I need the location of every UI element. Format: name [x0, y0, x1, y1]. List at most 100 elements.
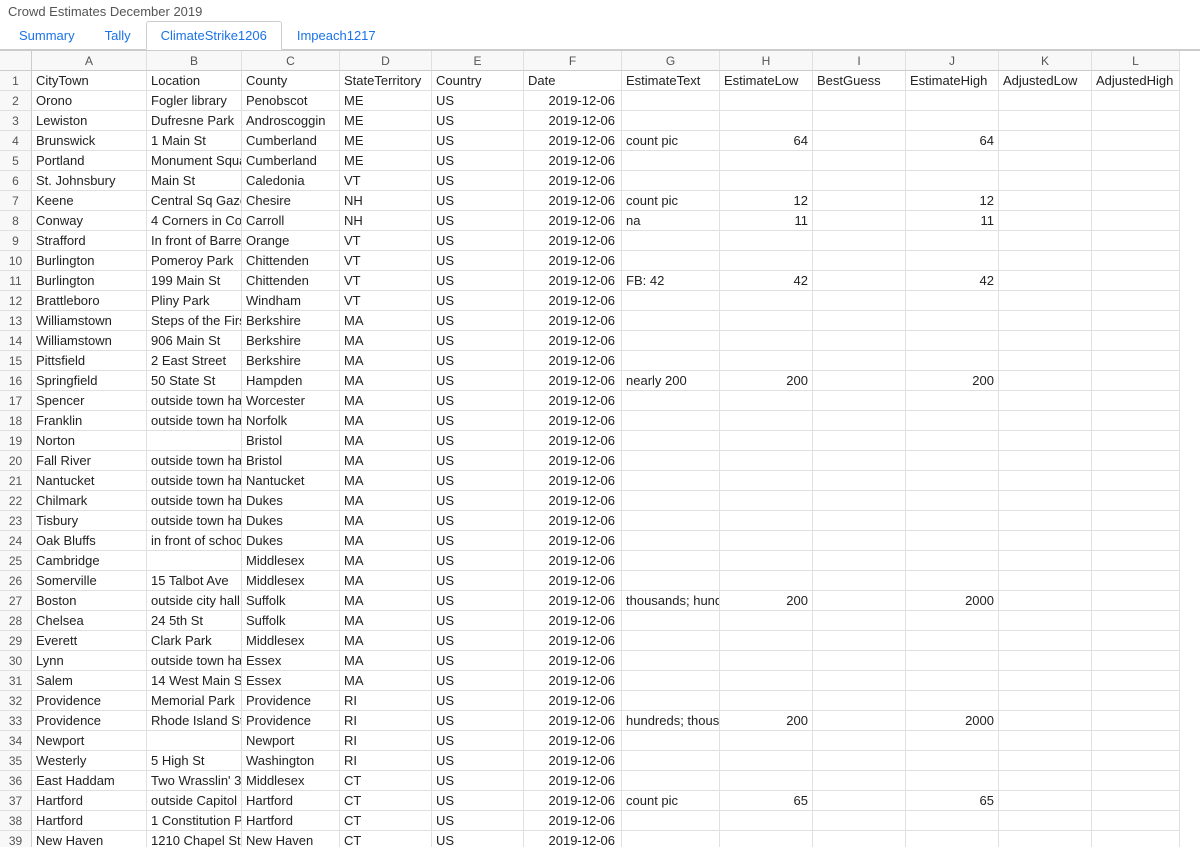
cell[interactable]	[999, 831, 1092, 847]
cell[interactable]: US	[432, 651, 524, 671]
header-cell[interactable]: EstimateText	[622, 71, 720, 91]
cell[interactable]: MA	[340, 571, 432, 591]
cell[interactable]: Hartford	[242, 811, 340, 831]
row-header[interactable]: 37	[0, 791, 32, 811]
cell[interactable]	[999, 571, 1092, 591]
row-header[interactable]: 31	[0, 671, 32, 691]
cell[interactable]	[906, 671, 999, 691]
cell[interactable]	[813, 551, 906, 571]
sheet-tab[interactable]: Tally	[90, 21, 146, 50]
cell[interactable]	[1092, 271, 1180, 291]
cell[interactable]	[813, 691, 906, 711]
cell[interactable]: Dukes	[242, 531, 340, 551]
cell[interactable]	[720, 451, 813, 471]
cell[interactable]: US	[432, 571, 524, 591]
cell[interactable]: Portland	[32, 151, 147, 171]
cell[interactable]	[1092, 811, 1180, 831]
cell[interactable]	[622, 331, 720, 351]
cell[interactable]: Somerville	[32, 571, 147, 591]
cell[interactable]: 2019-12-06	[524, 631, 622, 651]
cell[interactable]	[720, 311, 813, 331]
cell[interactable]	[720, 751, 813, 771]
cell[interactable]: Dufresne Park	[147, 111, 242, 131]
cell[interactable]	[622, 751, 720, 771]
row-header[interactable]: 35	[0, 751, 32, 771]
cell[interactable]: US	[432, 231, 524, 251]
cell[interactable]: MA	[340, 551, 432, 571]
cell[interactable]: CT	[340, 811, 432, 831]
cell[interactable]	[622, 691, 720, 711]
cell[interactable]: 2019-12-06	[524, 711, 622, 731]
cell[interactable]	[1092, 511, 1180, 531]
cell[interactable]: MA	[340, 671, 432, 691]
cell[interactable]: 2019-12-06	[524, 811, 622, 831]
cell[interactable]	[622, 831, 720, 847]
cell[interactable]	[1092, 171, 1180, 191]
cell[interactable]	[622, 671, 720, 691]
row-header[interactable]: 5	[0, 151, 32, 171]
cell[interactable]: Brattleboro	[32, 291, 147, 311]
cell[interactable]: 11	[906, 211, 999, 231]
cell[interactable]	[1092, 211, 1180, 231]
row-header[interactable]: 39	[0, 831, 32, 847]
cell[interactable]	[906, 471, 999, 491]
cell[interactable]	[813, 771, 906, 791]
cell[interactable]	[622, 471, 720, 491]
cell[interactable]: MA	[340, 611, 432, 631]
cell[interactable]: 2019-12-06	[524, 531, 622, 551]
cell[interactable]	[622, 811, 720, 831]
cell[interactable]: 2019-12-06	[524, 351, 622, 371]
cell[interactable]: Fogler library	[147, 91, 242, 111]
cell[interactable]	[813, 671, 906, 691]
row-header[interactable]: 14	[0, 331, 32, 351]
cell[interactable]: 2019-12-06	[524, 151, 622, 171]
cell[interactable]	[999, 491, 1092, 511]
cell[interactable]	[999, 511, 1092, 531]
column-header[interactable]: A	[32, 51, 147, 71]
cell[interactable]: Rhode Island Sta	[147, 711, 242, 731]
cell[interactable]: St. Johnsbury	[32, 171, 147, 191]
cell[interactable]	[999, 791, 1092, 811]
cell[interactable]	[813, 371, 906, 391]
row-header[interactable]: 21	[0, 471, 32, 491]
cell[interactable]: Chesire	[242, 191, 340, 211]
cell[interactable]: Washington	[242, 751, 340, 771]
cell[interactable]	[1092, 591, 1180, 611]
cell[interactable]: Central Sq Gaze	[147, 191, 242, 211]
cell[interactable]	[1092, 751, 1180, 771]
spreadsheet-grid[interactable]: ABCDEFGHIJKL1CityTownLocationCountyState…	[0, 50, 1200, 847]
cell[interactable]	[999, 411, 1092, 431]
cell[interactable]: 2019-12-06	[524, 831, 622, 847]
header-cell[interactable]: Location	[147, 71, 242, 91]
cell[interactable]: Newport	[32, 731, 147, 751]
cell[interactable]	[720, 111, 813, 131]
cell[interactable]: 2000	[906, 711, 999, 731]
cell[interactable]: US	[432, 491, 524, 511]
cell[interactable]: Berkshire	[242, 351, 340, 371]
cell[interactable]: New Haven	[32, 831, 147, 847]
cell[interactable]	[813, 791, 906, 811]
row-header[interactable]: 33	[0, 711, 32, 731]
cell[interactable]: Boston	[32, 591, 147, 611]
column-header[interactable]: B	[147, 51, 242, 71]
cell[interactable]	[720, 151, 813, 171]
cell[interactable]	[1092, 571, 1180, 591]
cell[interactable]: 2019-12-06	[524, 431, 622, 451]
cell[interactable]: US	[432, 391, 524, 411]
cell[interactable]: US	[432, 351, 524, 371]
column-header[interactable]: I	[813, 51, 906, 71]
cell[interactable]: Providence	[242, 691, 340, 711]
cell[interactable]: 199 Main St	[147, 271, 242, 291]
cell[interactable]: US	[432, 811, 524, 831]
cell[interactable]: Chittenden	[242, 271, 340, 291]
cell[interactable]	[622, 451, 720, 471]
row-header[interactable]: 1	[0, 71, 32, 91]
cell[interactable]: US	[432, 431, 524, 451]
column-header[interactable]: C	[242, 51, 340, 71]
cell[interactable]: 2019-12-06	[524, 691, 622, 711]
cell[interactable]	[999, 651, 1092, 671]
cell[interactable]: Conway	[32, 211, 147, 231]
cell[interactable]	[999, 251, 1092, 271]
cell[interactable]: outside town hal	[147, 651, 242, 671]
cell[interactable]: 200	[720, 371, 813, 391]
